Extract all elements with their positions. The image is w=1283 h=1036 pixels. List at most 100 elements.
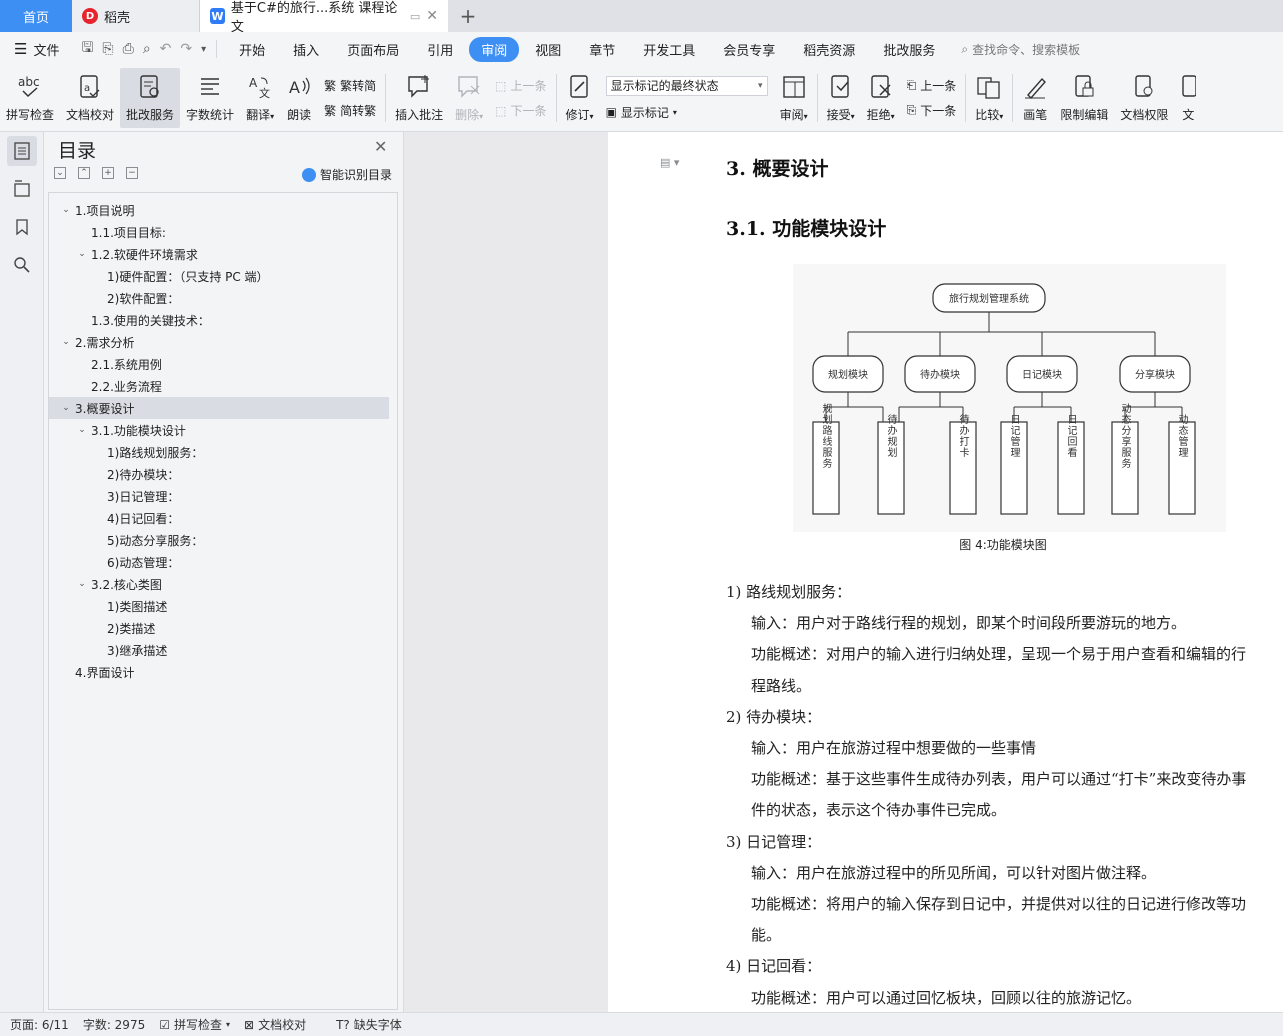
delete-comment-button[interactable]: 删除▾ [449,68,489,128]
menu-view[interactable]: 视图 [523,37,573,62]
chevron-down-icon[interactable]: ⌄ [59,337,73,347]
command-search[interactable]: ⌕ 查找命令、搜索模板 [961,41,1080,58]
next-comment-button[interactable]: ⬚ 下一条 [495,102,546,119]
redo-icon[interactable]: ↷ [180,41,192,57]
close-icon[interactable]: ✕ [374,137,387,156]
chevron-down-icon[interactable]: ⌄ [59,403,73,413]
doc-permission-button[interactable]: 文档权限 [1114,68,1174,128]
bookmark-icon [15,219,28,236]
read-aloud-button[interactable]: A 朗读 [280,68,318,128]
toc-item[interactable]: 5)动态分享服务： [49,529,397,551]
toc-item[interactable]: ⌄ 1.项目说明 [49,199,397,221]
tab-document[interactable]: W 基于C#的旅行...系统 课程论文 ▭ ✕ [200,0,448,35]
insert-comment-button[interactable]: 插入批注 [389,68,449,128]
daoke-logo-icon: D [82,8,98,24]
trad-to-simp-button[interactable]: 繁繁转简 [324,77,376,94]
list-heading: 4) 日记回看： [726,957,822,976]
bookmark-nav-button[interactable] [7,212,37,242]
chapter-nav-button[interactable] [7,174,37,204]
toc-item[interactable]: 1)硬件配置：（只支持 PC 端） [49,265,397,287]
menu-developer[interactable]: 开发工具 [631,37,707,62]
collapse-all-icon[interactable]: ⌄ [54,167,66,179]
toc-item[interactable]: ⌄ 3.1.功能模块设计 [49,419,397,441]
translate-button[interactable]: A文 翻译▾ [240,68,280,128]
toc-item[interactable]: 4)日记回看： [49,507,397,529]
toc-item[interactable]: 2)待办模块： [49,463,397,485]
toc-item[interactable]: 4.界面设计 [49,661,397,683]
markup-state-select[interactable]: 显示标记的最终状态 ▾ [605,75,768,96]
smart-toc-button[interactable]: 智能识别目录 [302,166,392,183]
toc-item[interactable]: ⌄ 2.需求分析 [49,331,397,353]
pen-button[interactable]: 画笔 [1016,68,1054,128]
customize-icon[interactable]: ▾ [201,44,206,55]
missing-font[interactable]: T? 缺失字体 [336,1016,402,1033]
export-icon[interactable]: ⎘ [102,41,113,57]
toc-item[interactable]: 1)类图描述 [49,595,397,617]
chevron-down-icon[interactable]: ⌄ [59,205,73,215]
more-ribbon-button[interactable]: 文 [1174,68,1202,128]
restrict-edit-button[interactable]: 限制编辑 [1054,68,1114,128]
save-icon[interactable]: 🖫 [81,37,93,61]
next-change-button[interactable]: ⎘ 下一条 [907,102,957,119]
print-icon[interactable]: ⎙ [123,41,134,57]
toc-item[interactable]: 6)动态管理： [49,551,397,573]
word-count-button[interactable]: 字数统计 [180,68,240,128]
remove-heading-icon[interactable]: − [126,167,138,179]
menu-insert[interactable]: 插入 [281,37,331,62]
document-page[interactable]: ▤ ▾ 3. 概要设计 3.1. 功能模块设计 旅行规划管理系统 规划模块 待办模… [608,132,1283,1012]
preview-icon[interactable]: ⌕ [143,41,151,57]
correct-service-button[interactable]: 批改服务 [120,68,181,128]
menu-review[interactable]: 审阅 [469,36,520,62]
word-count[interactable]: 字数: 2975 [83,1016,145,1033]
reject-button[interactable]: 拒绝▾ [861,68,901,128]
menu-references[interactable]: 引用 [415,37,465,62]
toc-item[interactable]: ⌄ 3.概要设计 [49,397,389,419]
chevron-down-icon[interactable]: ⌄ [75,249,89,259]
toc-item[interactable]: 2)软件配置： [49,287,397,309]
new-tab-button[interactable]: + [448,0,488,32]
prev-comment-button[interactable]: ⬚ 上一条 [495,77,546,94]
find-nav-button[interactable] [7,250,37,280]
toc-item[interactable]: 3)继承描述 [49,639,397,661]
toc-item[interactable]: ⌄ 3.2.核心类图 [49,573,397,595]
tab-home[interactable]: 首页 [0,0,72,32]
tab-pin-icon[interactable]: ▭ [410,10,420,23]
status-proof[interactable]: ⊠ 文档校对 [244,1016,306,1033]
simp-to-trad-button[interactable]: 繁简转繁 [324,102,376,119]
chevron-down-icon[interactable]: ⌄ [75,425,89,435]
toc-item[interactable]: 1)路线规划服务： [49,441,397,463]
doc-proof-button[interactable]: a 文档校对 [60,68,120,128]
toc-item[interactable]: ⌄ 1.2.软硬件环境需求 [49,243,397,265]
menu-correct-service[interactable]: 批改服务 [871,37,947,62]
compare-button[interactable]: 比较▾ [969,68,1009,128]
figure-caption: 图 4:功能模块图 [959,538,1047,552]
toc-nav-button[interactable] [6,136,37,166]
toc-item[interactable]: 2.2.业务流程 [49,375,397,397]
spell-check-button[interactable]: abc 拼写检查 [0,68,60,128]
menu-file[interactable]: ☰ 文件 [0,40,71,59]
tab-daoke[interactable]: D 稻壳 [72,0,200,32]
menu-member[interactable]: 会员专享 [711,37,787,62]
menu-start[interactable]: 开始 [227,37,277,62]
toc-item[interactable]: 1.3.使用的关键技术： [49,309,397,331]
add-heading-icon[interactable]: + [102,167,114,179]
expand-up-icon[interactable]: ⌃ [78,167,90,179]
tab-close-icon[interactable]: ✕ [426,8,438,24]
toc-item[interactable]: 3)日记管理： [49,485,397,507]
toc-item[interactable]: 2.1.系统用例 [49,353,397,375]
status-spell-check[interactable]: ☑ 拼写检查 ▾ [159,1016,230,1033]
chevron-down-icon[interactable]: ⌄ [75,579,89,589]
prev-change-button[interactable]: ⎗ 上一条 [907,77,957,94]
toc-item[interactable]: 1.1.项目目标: [49,221,397,243]
menu-layout[interactable]: 页面布局 [335,37,411,62]
track-changes-button[interactable]: 修订▾ [560,68,600,128]
menu-section[interactable]: 章节 [577,37,627,62]
undo-icon[interactable]: ↶ [160,41,172,57]
accept-button[interactable]: 接受▾ [821,68,861,128]
review-pane-button[interactable]: 审阅▾ [774,68,814,128]
menu-daoke-resources[interactable]: 稻壳资源 [791,37,867,62]
page-nav-icon[interactable]: ▤ ▾ [660,156,679,169]
toc-item[interactable]: 2)类描述 [49,617,397,639]
show-markup-button[interactable]: ▣ 显示标记 ▾ [606,104,768,121]
page-indicator[interactable]: 页面: 6/11 [10,1016,69,1033]
